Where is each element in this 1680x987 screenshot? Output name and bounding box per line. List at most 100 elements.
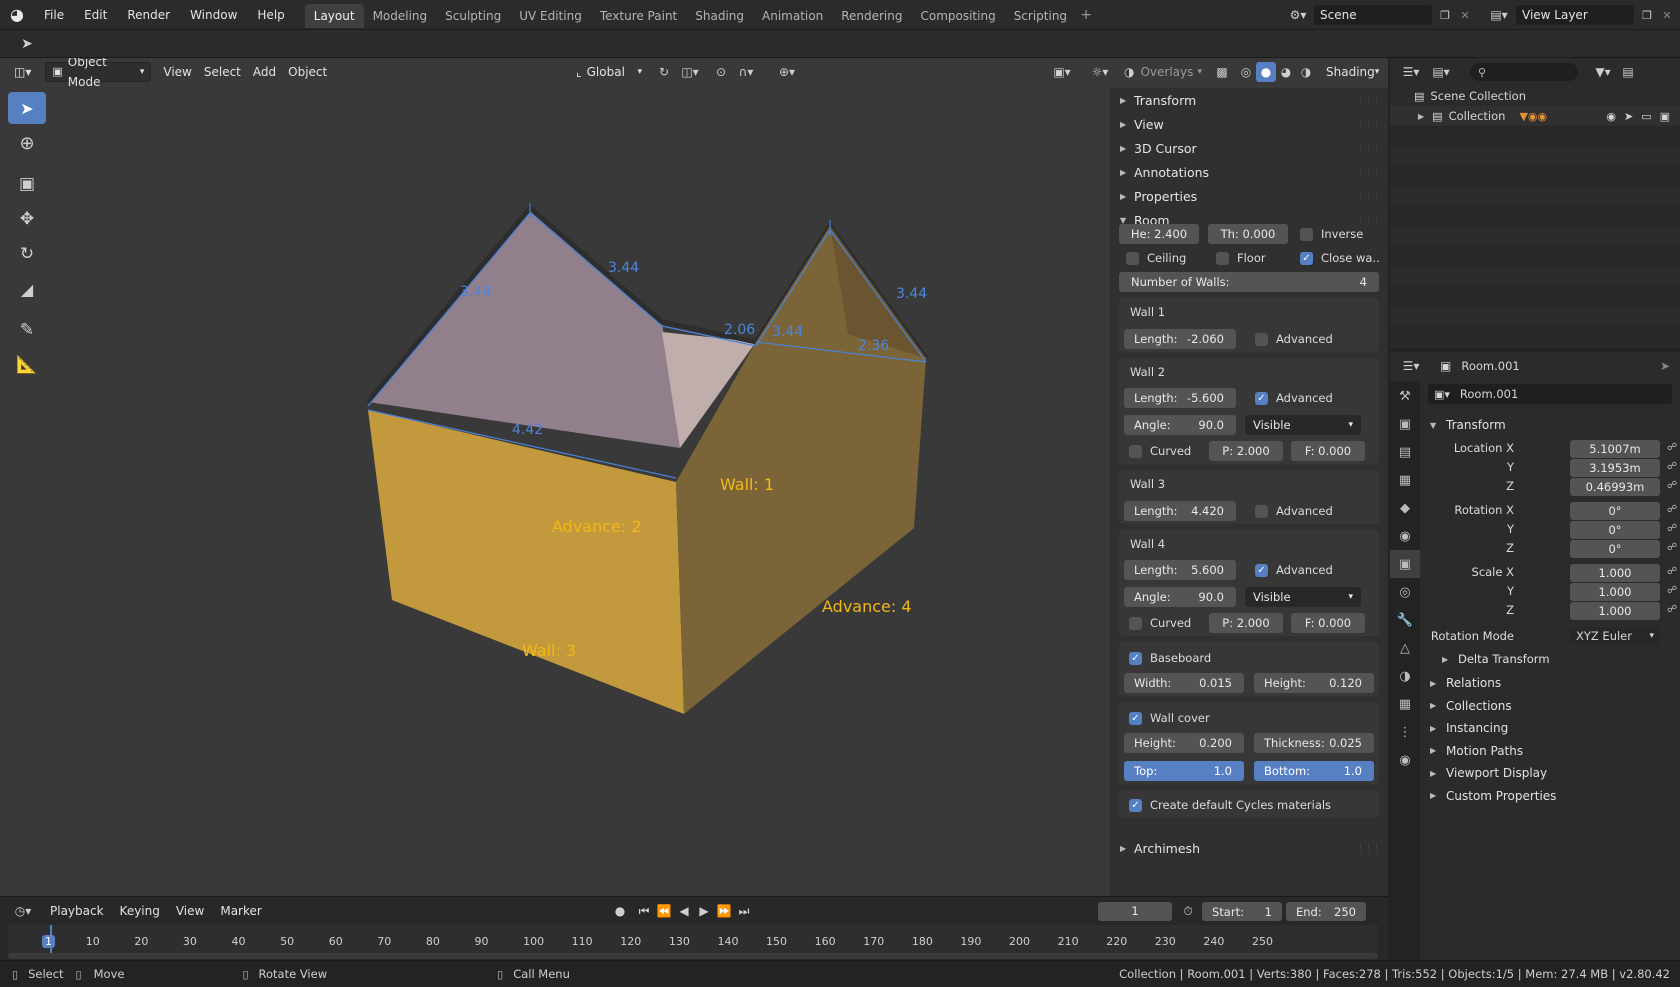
- start-frame-field[interactable]: Start: 1: [1202, 902, 1282, 921]
- ceiling-toggle[interactable]: Ceiling: [1126, 251, 1186, 265]
- lock-icon[interactable]: ☍: [1667, 461, 1677, 472]
- floor-checkbox[interactable]: [1216, 251, 1229, 265]
- advanced-toggle[interactable]: Advanced: [1255, 332, 1333, 346]
- properties-section-collections[interactable]: ▶ Collections: [1420, 695, 1680, 717]
- jump-prev-key-icon[interactable]: ⏪: [654, 904, 674, 918]
- npanel-section-view[interactable]: ▶ View ⋮⋮⋮: [1110, 112, 1388, 136]
- data-tab-icon[interactable]: ◉: [1390, 746, 1420, 774]
- render-tab-icon[interactable]: ▣: [1390, 410, 1420, 438]
- drag-grip-icon[interactable]: ⋮⋮⋮: [1356, 843, 1381, 853]
- view-layer-copy-icon[interactable]: ❐: [1638, 5, 1656, 25]
- room-model[interactable]: 3.44 3.44 2.06 3.44 3.44 2.36 4.42 Wall:…: [0, 58, 1110, 896]
- xray-icon[interactable]: ▩: [1212, 62, 1232, 82]
- wall-p-field[interactable]: P: 2.000: [1209, 441, 1283, 461]
- jump-end-icon[interactable]: ⏭: [734, 904, 754, 919]
- object-tab-icon[interactable]: ▣: [1390, 550, 1420, 578]
- visibility-eye-icon[interactable]: ◉: [1606, 110, 1616, 123]
- timeline-track[interactable]: 1 10 20 30 40 50 60 70 80 90 100 110 120 130 140 150 160…: [8, 925, 1378, 959]
- view-layer-close-icon[interactable]: ✕: [1658, 5, 1676, 25]
- curved-toggle[interactable]: Curved: [1129, 616, 1191, 630]
- render-camera-icon[interactable]: ▣: [1660, 110, 1670, 123]
- cycles-materials-toggle[interactable]: ✓ Create default Cycles materials: [1129, 798, 1331, 812]
- world-tab-icon[interactable]: ◉: [1390, 522, 1420, 550]
- menu-edit[interactable]: Edit: [74, 0, 117, 30]
- location-x-field[interactable]: 5.1007m: [1570, 440, 1660, 458]
- tab-layout[interactable]: Layout: [304, 4, 364, 28]
- properties-section-instancing[interactable]: ▶ Instancing: [1420, 717, 1680, 739]
- delta-transform-header[interactable]: ▶ Delta Transform: [1432, 648, 1680, 670]
- view-layer-tab-icon[interactable]: ▦: [1390, 466, 1420, 494]
- current-frame-field[interactable]: 1: [1098, 902, 1172, 921]
- curved-checkbox[interactable]: [1129, 616, 1142, 630]
- viewport-monitor-icon[interactable]: ▭: [1641, 110, 1651, 123]
- properties-editor-type-icon[interactable]: ☰▾: [1396, 359, 1426, 373]
- jump-next-key-icon[interactable]: ⏩: [714, 904, 734, 918]
- tab-animation[interactable]: Animation: [753, 4, 832, 28]
- wall-length-field[interactable]: Length: -5.600: [1124, 388, 1236, 408]
- room-height-field[interactable]: He: 2.400: [1119, 224, 1199, 244]
- constraints-tab-icon[interactable]: ⋮: [1390, 718, 1420, 746]
- baseboard-checkbox[interactable]: ✓: [1129, 651, 1142, 665]
- tab-compositing[interactable]: Compositing: [911, 4, 1004, 28]
- tab-texture-paint[interactable]: Texture Paint: [591, 4, 686, 28]
- lock-icon[interactable]: ☍: [1667, 585, 1677, 596]
- rendered-shading-icon[interactable]: ◑: [1296, 62, 1316, 82]
- npanel-section-properties[interactable]: ▶ Properties ⋮⋮⋮: [1110, 184, 1388, 208]
- tab-scripting[interactable]: Scripting: [1005, 4, 1076, 28]
- cycles-checkbox[interactable]: ✓: [1129, 798, 1142, 812]
- wall-length-field[interactable]: Length: 5.600: [1124, 560, 1236, 580]
- tab-sculpting[interactable]: Sculpting: [436, 4, 510, 28]
- wall-p-field[interactable]: P: 2.000: [1209, 613, 1283, 633]
- wall-4-face[interactable]: [676, 226, 926, 714]
- overlays-dropdown[interactable]: ◑ Overlays ▾: [1118, 62, 1208, 82]
- wall-angle-field[interactable]: Angle: 90.0: [1124, 587, 1236, 607]
- advanced-checkbox[interactable]: [1255, 504, 1268, 518]
- timeline-menu-keying[interactable]: Keying: [114, 901, 166, 921]
- selectable-arrow-icon[interactable]: ➤: [1624, 110, 1633, 123]
- inverse-toggle[interactable]: Inverse: [1300, 227, 1363, 241]
- curved-checkbox[interactable]: [1129, 444, 1142, 458]
- wall-length-field[interactable]: Length: -2.060: [1124, 329, 1236, 349]
- scrollbar[interactable]: [8, 953, 1378, 959]
- expand-triangle-icon[interactable]: ▶: [1418, 112, 1424, 121]
- lock-icon[interactable]: ☍: [1667, 480, 1677, 491]
- 3d-viewport[interactable]: ◫▾ ▣ Object Mode ▾ View Select Add Object ⌞…: [0, 58, 1388, 896]
- pin-icon[interactable]: ➤: [1660, 359, 1670, 373]
- tool-tab-icon[interactable]: ⚒: [1390, 382, 1420, 410]
- wallcover-bottom-field[interactable]: Bottom: 1.0: [1254, 761, 1374, 781]
- wallcover-top-field[interactable]: Top: 1.0: [1124, 761, 1244, 781]
- wallcover-height-field[interactable]: Height: 0.200: [1124, 733, 1244, 753]
- solid-shading-icon[interactable]: ●: [1256, 62, 1276, 82]
- stopwatch-icon[interactable]: ⏱: [1178, 902, 1198, 921]
- baseboard-width-field[interactable]: Width: 0.015: [1124, 673, 1244, 693]
- lock-icon[interactable]: ☍: [1667, 604, 1677, 615]
- properties-section-custom-properties[interactable]: ▶ Custom Properties: [1420, 785, 1680, 807]
- menu-file[interactable]: File: [34, 0, 74, 30]
- outliner-row-collection[interactable]: ▶ ▤ Collection ▼◉◉ ◉ ➤ ▭ ▣: [1390, 106, 1680, 126]
- texture-tab-icon[interactable]: ▦: [1390, 690, 1420, 718]
- tab-uv-editing[interactable]: UV Editing: [510, 4, 591, 28]
- physics-tab-icon[interactable]: ◎: [1390, 578, 1420, 606]
- wall-3-face[interactable]: [368, 410, 684, 714]
- blender-logo-icon[interactable]: ◕: [0, 0, 34, 30]
- timeline-editor-type-icon[interactable]: ◷▾: [8, 904, 38, 918]
- wall-f-field[interactable]: F: 0.000: [1291, 613, 1365, 633]
- jump-start-icon[interactable]: ⏮: [634, 904, 654, 919]
- new-collection-icon[interactable]: ▤: [1618, 65, 1638, 79]
- advanced-checkbox[interactable]: [1255, 332, 1268, 346]
- material-tab-icon[interactable]: ◑: [1390, 662, 1420, 690]
- number-of-walls-field[interactable]: Number of Walls: 4: [1119, 272, 1379, 292]
- baseboard-toggle[interactable]: ✓ Baseboard: [1129, 651, 1211, 665]
- ceiling-checkbox[interactable]: [1126, 251, 1139, 265]
- tab-modeling[interactable]: Modeling: [364, 4, 437, 28]
- timeline-menu-marker[interactable]: Marker: [214, 901, 267, 921]
- scene-name-field[interactable]: Scene: [1314, 5, 1432, 25]
- output-tab-icon[interactable]: ▤: [1390, 438, 1420, 466]
- npanel-section-transform[interactable]: ▶ Transform ⋮⋮⋮: [1110, 88, 1388, 112]
- scene-copy-icon[interactable]: ❐: [1436, 5, 1454, 25]
- scene-tab-icon[interactable]: ◆: [1390, 494, 1420, 522]
- advanced-toggle[interactable]: Advanced: [1255, 504, 1333, 518]
- location-y-field[interactable]: 3.1953m: [1570, 459, 1660, 477]
- wallcover-checkbox[interactable]: ✓: [1129, 711, 1142, 725]
- modifier-tab-icon[interactable]: 🔧: [1390, 606, 1420, 634]
